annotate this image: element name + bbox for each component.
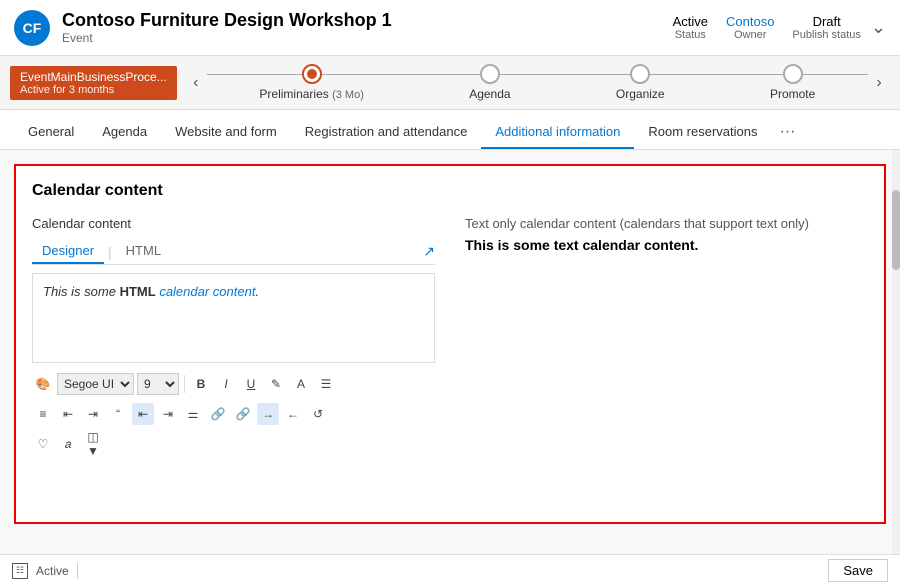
- section-title: Calendar content: [32, 182, 868, 200]
- status-divider: [77, 563, 78, 579]
- stage-circle-preliminaries: [302, 64, 322, 84]
- active-stage-name: EventMainBusinessProce...: [20, 70, 167, 84]
- tab-website-form[interactable]: Website and form: [161, 116, 291, 149]
- tabs-bar: General Agenda Website and form Registra…: [0, 110, 900, 150]
- toolbar-unlink-btn[interactable]: 🔗: [232, 403, 254, 425]
- status-value: Active: [673, 14, 708, 29]
- left-column: Calendar content Designer | HTML ↗ This …: [32, 216, 435, 459]
- title-block: Contoso Furniture Design Workshop 1 Even…: [62, 10, 673, 45]
- toolbar-table-btn[interactable]: ◫ ▼: [82, 433, 104, 455]
- status-text: Active: [36, 564, 69, 578]
- toolbar-align-center-btn[interactable]: ⇥: [157, 403, 179, 425]
- stage-circle-agenda: [480, 64, 500, 84]
- avatar: CF: [14, 10, 50, 46]
- status-bar: ☷ Active Save: [0, 554, 900, 586]
- toolbar-italic-btn[interactable]: I: [215, 373, 237, 395]
- tab-registration[interactable]: Registration and attendance: [291, 116, 482, 149]
- scrollbar-thumb[interactable]: [892, 190, 900, 270]
- publish-label: Publish status: [792, 29, 860, 41]
- save-button[interactable]: Save: [828, 559, 888, 582]
- app-header: CF Contoso Furniture Design Workshop 1 E…: [0, 0, 900, 56]
- toolbar-align-justify-btn[interactable]: ⚌: [182, 403, 204, 425]
- stage-label-agenda: Agenda: [469, 87, 510, 101]
- progress-arrow-right[interactable]: ›: [868, 72, 890, 94]
- stage-circle-organize: [630, 64, 650, 84]
- owner-item: Contoso Owner: [726, 14, 774, 41]
- stage-label-organize: Organize: [616, 87, 665, 101]
- two-column-layout: Calendar content Designer | HTML ↗ This …: [32, 216, 868, 459]
- progress-arrow-left[interactable]: ‹: [185, 72, 207, 94]
- toolbar-ltr-btn[interactable]: →: [257, 403, 279, 425]
- owner-label: Owner: [726, 29, 774, 41]
- toolbar-indent-btn[interactable]: ⇥: [82, 403, 104, 425]
- progress-bar: EventMainBusinessProce... Active for 3 m…: [0, 56, 900, 110]
- stages-container: Preliminaries (3 Mo) Agenda Organize Pro…: [207, 64, 868, 101]
- event-subtitle: Event: [62, 31, 673, 45]
- toolbar-subscript-btn[interactable]: 𝑎: [57, 433, 79, 455]
- font-name-select[interactable]: Segoe UI: [57, 373, 134, 395]
- event-title: Contoso Furniture Design Workshop 1: [62, 10, 673, 31]
- status-bar-left: ☷ Active: [12, 563, 78, 579]
- status-icon: ☷: [12, 563, 28, 579]
- toolbar-link-btn[interactable]: 🔗: [207, 403, 229, 425]
- toolbar-row-2: ≡ ⇤ ⇥ “ ⇤ ⇥ ⚌ 🔗 🔗 → ← ↺: [32, 399, 435, 429]
- toolbar-fontcolor-btn[interactable]: A: [290, 373, 312, 395]
- right-column: Text only calendar content (calendars th…: [465, 216, 868, 459]
- toolbar-highlight-btn[interactable]: ✎: [265, 373, 287, 395]
- publish-item: Draft Publish status: [792, 14, 860, 41]
- stage-circle-promote: [783, 64, 803, 84]
- toolbar-underline-btn[interactable]: U: [240, 373, 262, 395]
- text-only-value: This is some text calendar content.: [465, 237, 868, 253]
- editor-tab-divider: |: [104, 244, 116, 260]
- active-stage-sub: Active for 3 months: [20, 84, 167, 96]
- font-size-select[interactable]: 9: [137, 373, 179, 395]
- tab-agenda[interactable]: Agenda: [88, 116, 161, 149]
- tab-additional-info[interactable]: Additional information: [481, 116, 634, 149]
- stage-label-preliminaries: Preliminaries (3 Mo): [259, 87, 363, 101]
- active-stage-tag[interactable]: EventMainBusinessProce... Active for 3 m…: [10, 66, 177, 100]
- toolbar-divider-1: [184, 375, 185, 393]
- scrollbar-track: [892, 150, 900, 554]
- editor-tabs: Designer | HTML ↗: [32, 239, 435, 265]
- toolbar-undo-btn[interactable]: ↺: [307, 403, 329, 425]
- editor-tab-html[interactable]: HTML: [116, 239, 171, 264]
- toolbar-quote-btn[interactable]: “: [107, 403, 129, 425]
- expand-icon[interactable]: ↗: [423, 243, 435, 260]
- publish-value: Draft: [792, 14, 860, 29]
- main-content: Calendar content Calendar content Design…: [0, 150, 900, 554]
- status-item: Active Status: [673, 14, 708, 41]
- stage-preliminaries[interactable]: Preliminaries (3 Mo): [259, 64, 363, 101]
- editor-content-area[interactable]: This is some HTML calendar content.: [32, 273, 435, 363]
- tab-room-reservations[interactable]: Room reservations: [634, 116, 771, 149]
- header-meta: Active Status Contoso Owner Draft Publis…: [673, 14, 861, 41]
- toolbar-heart-btn[interactable]: ♡: [32, 433, 54, 455]
- toolbar-align-left-btn[interactable]: ⇤: [132, 403, 154, 425]
- status-label: Status: [673, 29, 708, 41]
- toolbar-align-btn[interactable]: ☰: [315, 373, 337, 395]
- tab-more-button[interactable]: ···: [771, 115, 803, 149]
- toolbar-unindent-btn[interactable]: ⇤: [57, 403, 79, 425]
- toolbar-rtl-btn[interactable]: ←: [282, 403, 304, 425]
- toolbar-row-3: ♡ 𝑎 ◫ ▼: [32, 429, 435, 459]
- toolbar-bold-btn[interactable]: B: [190, 373, 212, 395]
- header-chevron-icon[interactable]: ⌄: [871, 17, 886, 38]
- stage-promote[interactable]: Promote: [770, 64, 815, 101]
- toolbar-format-btn[interactable]: 🎨: [32, 373, 54, 395]
- editor-tab-designer[interactable]: Designer: [32, 239, 104, 264]
- stage-agenda[interactable]: Agenda: [469, 64, 510, 101]
- owner-value: Contoso: [726, 14, 774, 29]
- stage-label-promote: Promote: [770, 87, 815, 101]
- content-inner: Calendar content Calendar content Design…: [14, 164, 886, 524]
- stage-organize[interactable]: Organize: [616, 64, 665, 101]
- text-only-label: Text only calendar content (calendars th…: [465, 216, 868, 231]
- toolbar-row-1: 🎨 Segoe UI 9 B I U ✎ A ☰: [32, 369, 435, 399]
- tab-general[interactable]: General: [14, 116, 88, 149]
- toolbar-list-btn[interactable]: ≡: [32, 403, 54, 425]
- calendar-content-label: Calendar content: [32, 216, 435, 231]
